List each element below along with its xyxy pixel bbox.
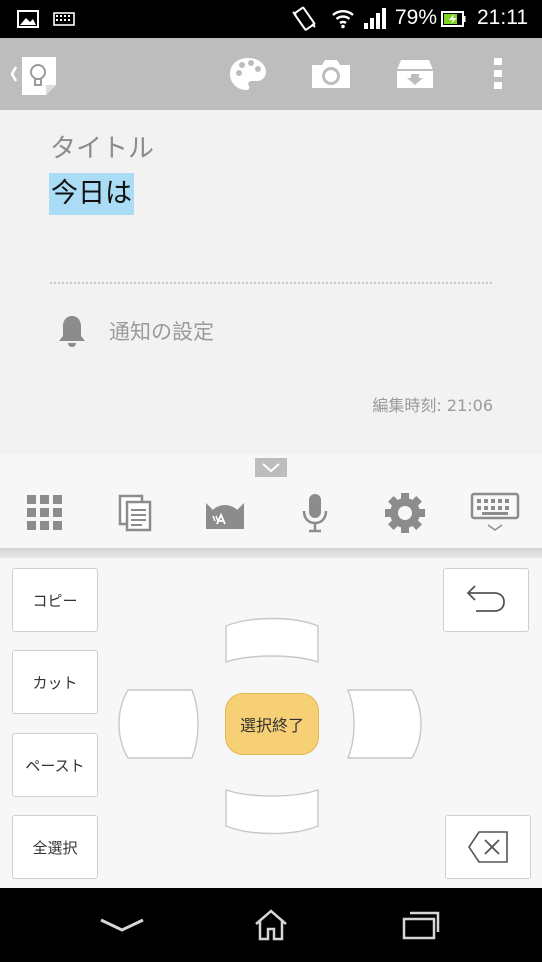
archive-icon xyxy=(397,60,433,88)
clipboard-button[interactable] xyxy=(90,478,180,548)
palette-icon xyxy=(230,58,266,90)
phone-screen: 79% 21:11 タイトル 今日は 通知の設定 編集時刻: 21:06 コピー… xyxy=(0,0,542,962)
home-icon xyxy=(255,909,287,941)
image-notification-icon xyxy=(17,10,39,28)
up-navigation-button[interactable] xyxy=(0,38,70,110)
recent-apps-button[interactable] xyxy=(371,888,471,962)
microphone-icon xyxy=(302,494,328,533)
cut-key[interactable]: カット xyxy=(12,650,98,714)
backspace-key[interactable] xyxy=(445,815,531,879)
home-button[interactable] xyxy=(221,888,321,962)
toolbar-separator xyxy=(0,548,542,558)
app-logo-icon xyxy=(22,57,56,95)
keyboard-notification-icon xyxy=(53,12,75,26)
status-bar: 79% 21:11 xyxy=(0,0,542,38)
camera-button[interactable] xyxy=(301,38,361,110)
undo-arrow-icon xyxy=(466,585,505,612)
back-button[interactable] xyxy=(72,888,172,962)
back-chevron-icon xyxy=(10,66,18,82)
keyboard-toolbar xyxy=(0,478,542,548)
reminder-setting[interactable]: 通知の設定 xyxy=(109,316,214,346)
copy-key[interactable]: コピー xyxy=(12,568,98,632)
overflow-menu-icon xyxy=(494,58,502,89)
archive-button[interactable] xyxy=(385,38,445,110)
cursor-up-key[interactable] xyxy=(225,617,319,663)
keyboard-hide-icon xyxy=(470,492,520,531)
battery-charging-icon xyxy=(441,11,466,27)
clipboard-icon xyxy=(118,494,152,532)
cursor-down-key[interactable] xyxy=(225,789,319,835)
grid-button[interactable] xyxy=(0,478,90,548)
keyboard-panel: コピー カット ペースト 全選択 選択終了 xyxy=(0,454,542,888)
cursor-right-key[interactable] xyxy=(346,689,422,759)
cursor-left-key[interactable] xyxy=(118,689,199,759)
title-input[interactable]: タイトル xyxy=(50,128,154,165)
signal-icon xyxy=(364,8,386,29)
recent-apps-icon xyxy=(402,911,440,940)
wifi-icon xyxy=(332,10,354,29)
back-icon xyxy=(100,918,144,932)
hide-keyboard-button[interactable] xyxy=(450,478,540,548)
navigation-bar xyxy=(0,888,542,962)
end-selection-key[interactable]: 選択終了 xyxy=(225,693,319,755)
settings-gear-icon xyxy=(385,493,425,533)
select-all-key[interactable]: 全選択 xyxy=(12,815,98,879)
chevron-down-icon xyxy=(262,462,280,472)
camera-icon xyxy=(312,60,350,88)
action-bar xyxy=(0,38,542,110)
backspace-icon xyxy=(468,831,508,863)
clock: 21:11 xyxy=(477,6,528,29)
edited-timestamp: 編集時刻: 21:06 xyxy=(372,396,493,415)
palette-button[interactable] xyxy=(218,38,278,110)
bell-icon xyxy=(59,316,85,347)
divider xyxy=(50,282,492,284)
overflow-menu-button[interactable] xyxy=(478,38,518,110)
note-editor: タイトル 今日は 通知の設定 編集時刻: 21:06 xyxy=(0,110,542,454)
voice-input-button[interactable] xyxy=(270,478,360,548)
grid-icon xyxy=(27,495,62,530)
collapse-toolbar-button[interactable] xyxy=(255,458,287,477)
cat-emoji-icon xyxy=(206,503,244,529)
note-body-selected-text[interactable]: 今日は xyxy=(49,173,134,215)
vibrate-icon xyxy=(292,6,316,31)
undo-key[interactable] xyxy=(443,568,529,632)
keyboard-settings-button[interactable] xyxy=(360,478,450,548)
emoji-button[interactable] xyxy=(180,478,270,548)
battery-percentage: 79% xyxy=(395,6,438,29)
paste-key[interactable]: ペースト xyxy=(12,733,98,797)
